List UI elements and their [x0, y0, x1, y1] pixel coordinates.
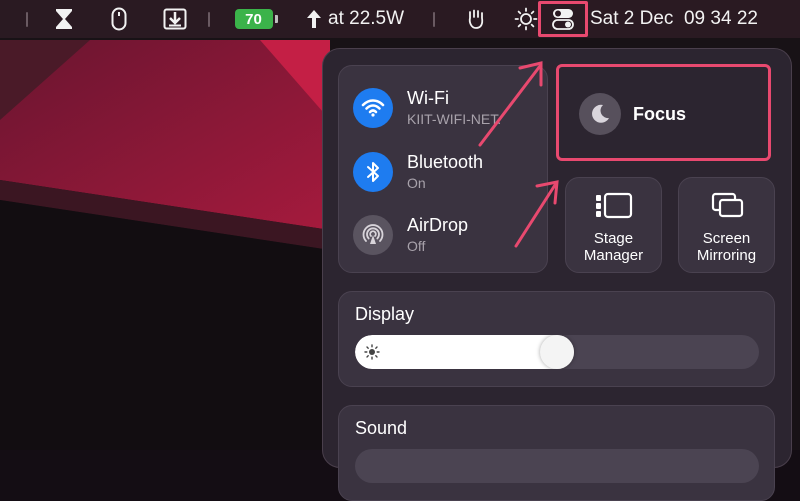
- focus-toggle[interactable]: [579, 93, 621, 135]
- airdrop-toggle[interactable]: [353, 215, 393, 255]
- clock[interactable]: Sat 2 Dec 09 34 22: [590, 0, 790, 38]
- menu-bar: 70 at 22.5W Sat 2 Dec 09 34 22: [0, 0, 800, 38]
- screen-mirroring-button[interactable]: Screen Mirroring: [678, 177, 775, 273]
- screen-mirroring-label-line1: Screen: [702, 230, 751, 247]
- display-title: Display: [355, 304, 415, 324]
- focus-label: Focus: [633, 103, 687, 124]
- sound-title: Sound: [355, 418, 408, 438]
- brightness-slider[interactable]: [355, 335, 759, 369]
- power-arrow-icon: [307, 10, 321, 28]
- power-status[interactable]: at 22.5W: [306, 0, 418, 38]
- display-section: Display: [338, 291, 775, 387]
- airdrop-icon: [362, 224, 384, 244]
- bluetooth-icon: [367, 162, 379, 182]
- moon-icon: [592, 104, 609, 123]
- hand-icon[interactable]: [463, 0, 489, 38]
- focus-button-highlight[interactable]: Focus: [556, 64, 771, 161]
- hourglass-icon[interactable]: [52, 0, 76, 38]
- screen-mirroring-label-line2: Mirroring: [696, 247, 757, 264]
- bluetooth-row[interactable]: Bluetooth On: [353, 152, 483, 192]
- wifi-row[interactable]: Wi-Fi KIIT-WIFI-NET.: [353, 88, 501, 128]
- stage-manager-label-line1: Stage: [593, 230, 634, 247]
- brightness-icon: [364, 344, 380, 360]
- airdrop-status: Off: [407, 238, 426, 254]
- brightness-slider-knob[interactable]: [540, 335, 574, 369]
- wifi-icon: [361, 99, 385, 117]
- volume-slider[interactable]: [355, 449, 759, 483]
- control-center-icon[interactable]: [538, 1, 588, 37]
- download-icon[interactable]: [161, 0, 189, 38]
- wifi-toggle[interactable]: [353, 88, 393, 128]
- mouse-icon[interactable]: [108, 0, 130, 38]
- airdrop-row[interactable]: AirDrop Off: [353, 215, 468, 255]
- stage-manager-icon: [596, 192, 633, 219]
- stage-manager-label-line2: Manager: [583, 247, 644, 264]
- brightness-icon[interactable]: [513, 0, 539, 38]
- stage-manager-button[interactable]: Stage Manager: [565, 177, 662, 273]
- battery-nub: [274, 15, 278, 23]
- power-text: at 22.5W: [328, 8, 405, 29]
- bluetooth-status: On: [407, 175, 426, 191]
- datetime: Sat 2 Dec 09 34 22: [590, 8, 758, 29]
- airdrop-title: AirDrop: [407, 215, 469, 235]
- wifi-network-name: KIIT-WIFI-NET.: [407, 111, 502, 127]
- screen-mirroring-icon: [711, 192, 744, 218]
- bluetooth-title: Bluetooth: [407, 152, 484, 172]
- menu-separator: [26, 12, 28, 27]
- connectivity-tile: Wi-Fi KIIT-WIFI-NET. Bluetooth On AirDro…: [338, 65, 548, 273]
- focus-button[interactable]: Focus: [579, 93, 686, 135]
- sound-section: Sound: [338, 405, 775, 501]
- menu-separator: [433, 12, 435, 27]
- wifi-title: Wi-Fi: [407, 88, 449, 108]
- battery-level: 70: [234, 9, 273, 29]
- battery-icon[interactable]: 70: [232, 0, 280, 38]
- bluetooth-toggle[interactable]: [353, 152, 393, 192]
- menu-separator: [208, 12, 210, 27]
